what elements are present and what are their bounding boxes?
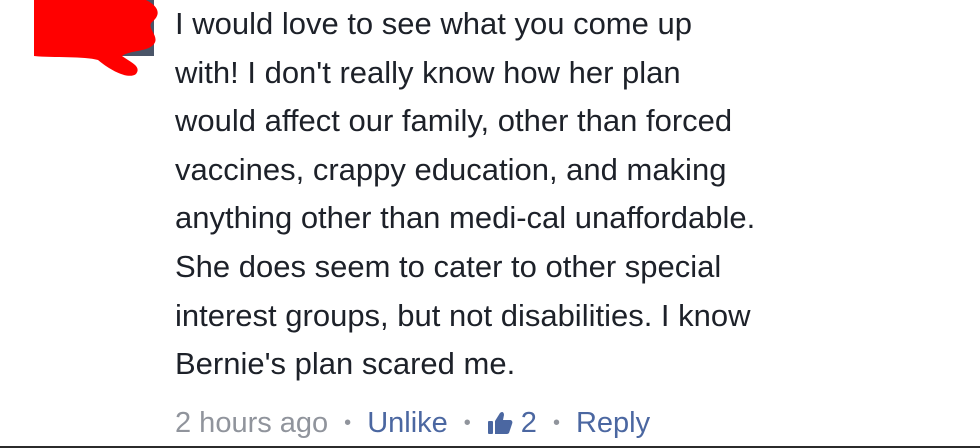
- redaction-scribble: [34, 0, 158, 76]
- thumbs-up-icon: [487, 411, 513, 434]
- comment-container: I would love to see what you come up wit…: [0, 0, 980, 448]
- comment-line: She does seem to cater to other special: [175, 248, 722, 284]
- comment-actions: 2 hours ago • Unlike • 2 • Reply: [175, 400, 650, 446]
- comment-line: with! I don't really know how her plan: [175, 54, 681, 90]
- reply-button[interactable]: Reply: [576, 407, 650, 440]
- comment-line: I would love to see what you come up: [175, 6, 692, 41]
- avatar[interactable]: [34, 0, 164, 80]
- comment-line: interest groups, but not disabilities. I…: [175, 297, 751, 333]
- separator-dot: •: [463, 411, 471, 434]
- separator-dot: •: [344, 411, 352, 434]
- comment-body: I would love to see what you come up wit…: [175, 0, 965, 389]
- comment-line: would affect our family, other than forc…: [175, 103, 733, 139]
- unlike-button[interactable]: Unlike: [367, 407, 448, 440]
- separator-dot: •: [552, 411, 560, 434]
- comment-line: Bernie's plan scared me.: [175, 346, 516, 382]
- like-count: 2: [520, 406, 537, 439]
- like-count-link[interactable]: 2: [487, 407, 537, 440]
- comment-line: anything other than medi-cal unaffordabl…: [175, 200, 756, 236]
- comment-line: vaccines, crappy education, and making: [175, 151, 727, 187]
- timestamp[interactable]: 2 hours ago: [175, 407, 328, 440]
